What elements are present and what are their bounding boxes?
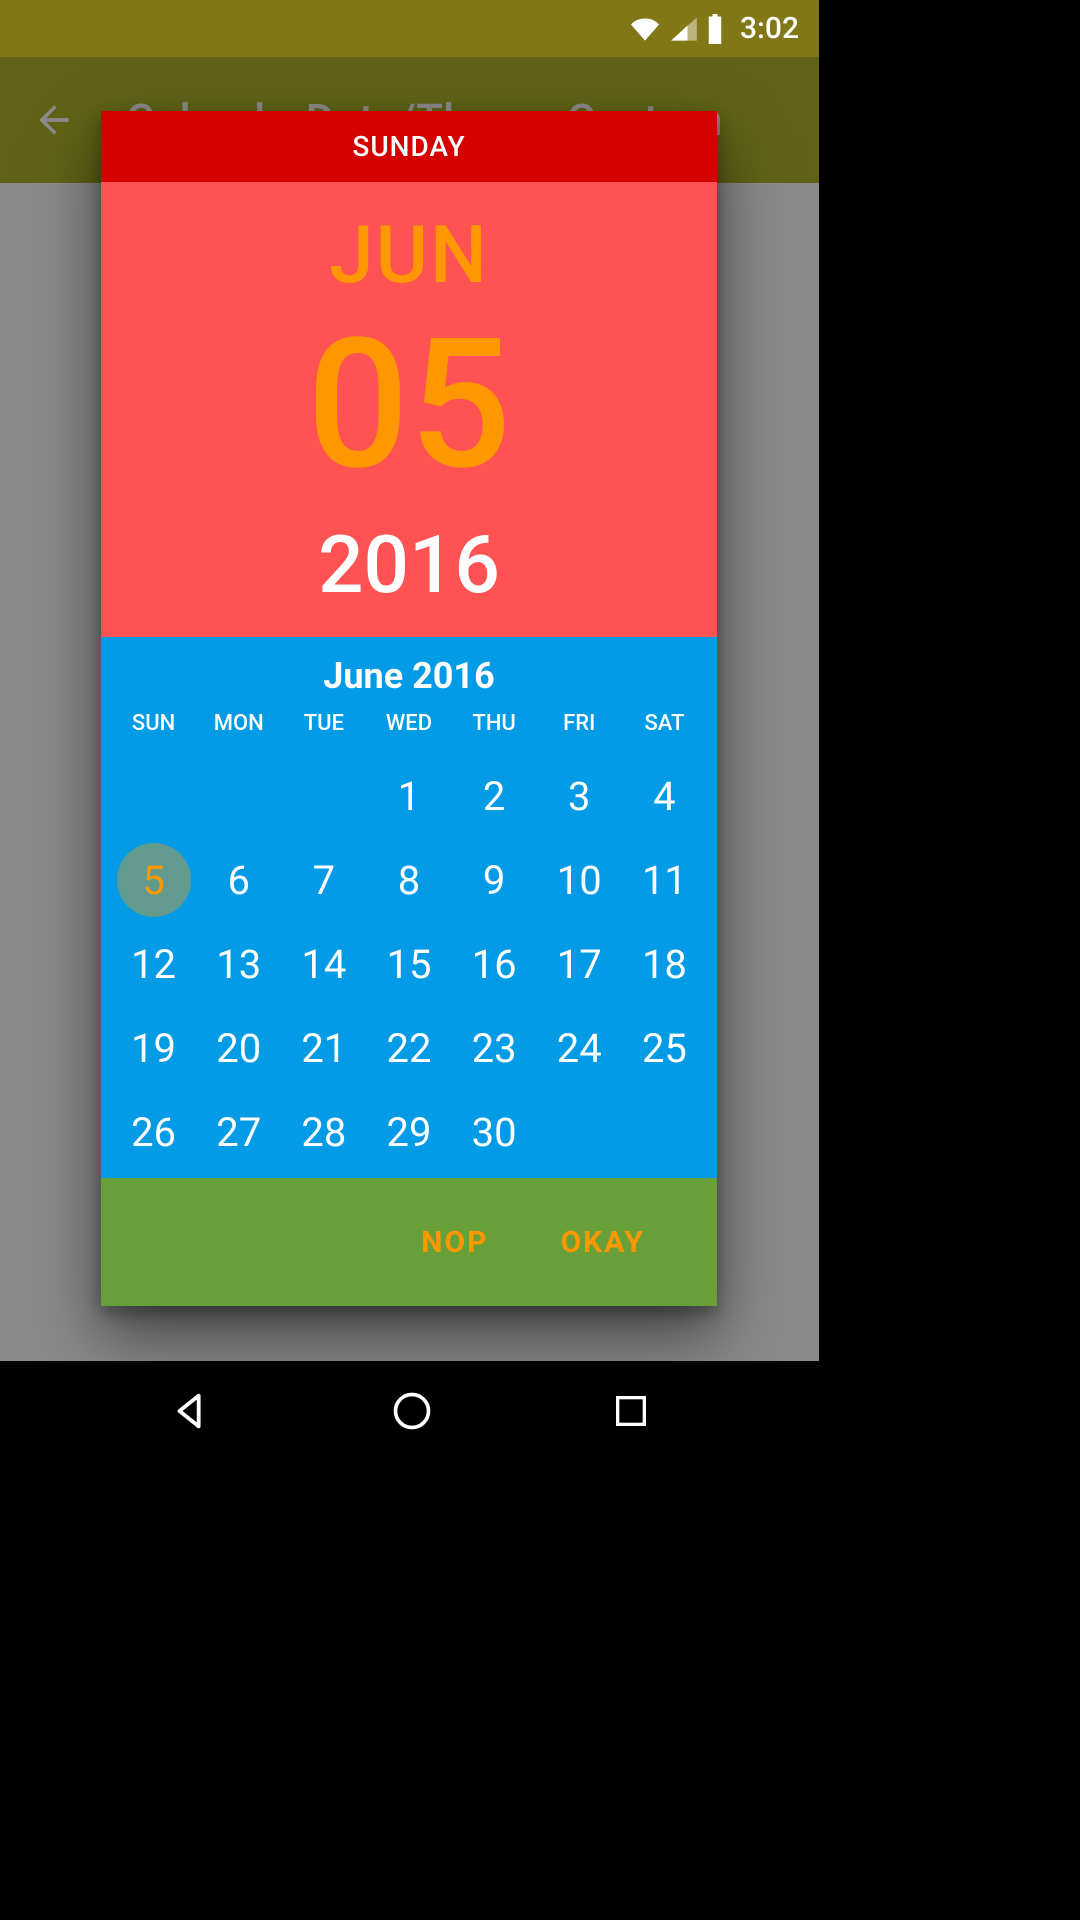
calendar-day-cell[interactable]: 12 xyxy=(111,922,196,1006)
nav-back-icon[interactable] xyxy=(168,1388,214,1434)
calendar-day-cell[interactable]: 8 xyxy=(366,838,451,922)
selected-year[interactable]: 2016 xyxy=(318,525,500,605)
wifi-icon xyxy=(628,15,662,43)
dow-label: THU xyxy=(452,711,537,754)
calendar-day-cell[interactable]: 29 xyxy=(366,1090,451,1174)
calendar-day-cell[interactable]: 17 xyxy=(537,922,622,1006)
calendar-day-cell[interactable]: 23 xyxy=(452,1006,537,1090)
dow-label: WED xyxy=(366,711,451,754)
dayname-banner: SUNDAY xyxy=(101,111,717,182)
calendar-empty-cell xyxy=(111,754,196,838)
calendar-day-cell[interactable]: 24 xyxy=(537,1006,622,1090)
calendar-day-cell[interactable]: 5 xyxy=(111,838,196,922)
status-clock: 3:02 xyxy=(740,11,799,46)
nav-home-icon[interactable] xyxy=(390,1389,434,1433)
calendar-grid-area: June 2016 SUNMONTUEWEDTHUFRISAT 12345678… xyxy=(101,637,717,1178)
calendar-day-cell[interactable]: 27 xyxy=(196,1090,281,1174)
ok-button[interactable]: OKAY xyxy=(560,1225,645,1260)
calendar-day-cell[interactable]: 30 xyxy=(452,1090,537,1174)
calendar-day-cell[interactable]: 11 xyxy=(622,838,707,922)
dow-label: MON xyxy=(196,711,281,754)
calendar-empty-cell xyxy=(196,754,281,838)
calendar-day-cell[interactable]: 10 xyxy=(537,838,622,922)
calendar-day-cell[interactable]: 15 xyxy=(366,922,451,1006)
nav-recent-icon[interactable] xyxy=(611,1391,651,1431)
calendar-empty-cell xyxy=(281,754,366,838)
dow-label: SAT xyxy=(622,711,707,754)
date-picker-dialog: SUNDAY JUN 05 2016 June 2016 SUNMONTUEWE… xyxy=(101,111,717,1306)
calendar-day-cell[interactable]: 26 xyxy=(111,1090,196,1174)
dow-label: FRI xyxy=(537,711,622,754)
calendar-day-cell[interactable]: 4 xyxy=(622,754,707,838)
selected-day-big: 05 xyxy=(307,315,512,495)
calendar-day-cell[interactable]: 9 xyxy=(452,838,537,922)
selected-month: JUN xyxy=(329,215,489,295)
cancel-button[interactable]: NOP xyxy=(421,1225,488,1260)
battery-icon xyxy=(706,14,724,44)
calendar-day-cell[interactable]: 6 xyxy=(196,838,281,922)
dow-label: SUN xyxy=(111,711,196,754)
dow-label: TUE xyxy=(281,711,366,754)
calendar-day-cell[interactable]: 19 xyxy=(111,1006,196,1090)
cell-signal-icon xyxy=(670,15,698,43)
nav-bar xyxy=(0,1361,819,1461)
date-header[interactable]: JUN 05 2016 xyxy=(101,182,717,637)
calendar-day-cell[interactable]: 18 xyxy=(622,922,707,1006)
calendar-day-cell[interactable]: 25 xyxy=(622,1006,707,1090)
calendar-day-cell[interactable]: 1 xyxy=(366,754,451,838)
dialog-actions: NOP OKAY xyxy=(101,1178,717,1306)
calendar-day-cell[interactable]: 13 xyxy=(196,922,281,1006)
calendar-month-title: June 2016 xyxy=(101,655,717,697)
calendar-day-cell[interactable]: 20 xyxy=(196,1006,281,1090)
dayname-text: SUNDAY xyxy=(352,130,465,163)
status-bar: 3:02 xyxy=(0,0,819,57)
calendar-day-cell[interactable]: 7 xyxy=(281,838,366,922)
calendar-day-cell[interactable]: 3 xyxy=(537,754,622,838)
calendar-day-cell[interactable]: 22 xyxy=(366,1006,451,1090)
calendar-day-cell[interactable]: 16 xyxy=(452,922,537,1006)
calendar-day-cell[interactable]: 28 xyxy=(281,1090,366,1174)
calendar-day-cell[interactable]: 21 xyxy=(281,1006,366,1090)
calendar-day-cell[interactable]: 14 xyxy=(281,922,366,1006)
calendar-day-cell[interactable]: 2 xyxy=(452,754,537,838)
